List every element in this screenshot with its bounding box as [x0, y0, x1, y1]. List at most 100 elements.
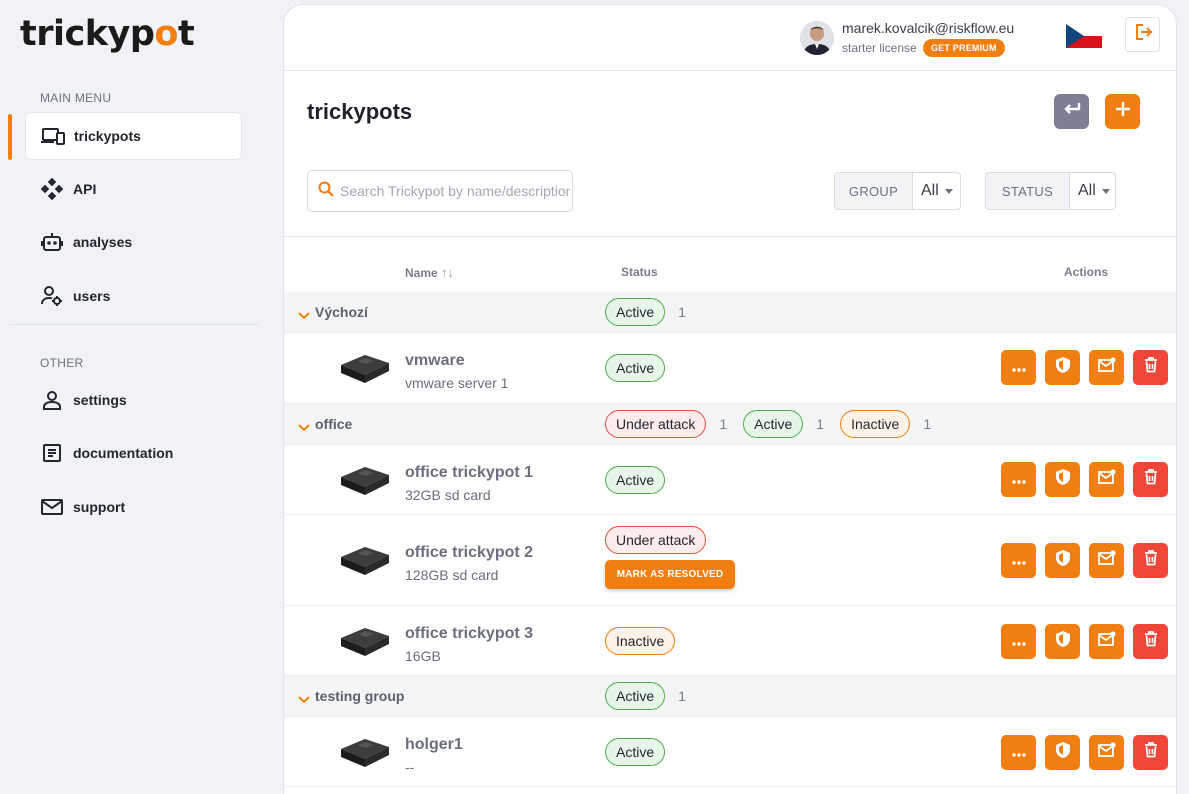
logout-button[interactable] [1125, 17, 1160, 52]
group-filter[interactable]: GROUP All [834, 172, 961, 210]
back-button[interactable] [1054, 94, 1089, 129]
sidebar-item-settings[interactable]: settings [25, 376, 242, 424]
security-button[interactable] [1045, 543, 1080, 578]
sidebar-item-documentation[interactable]: documentation [25, 429, 242, 477]
sidebar-item-label: users [73, 288, 111, 304]
group-row-vychozi[interactable]: Výchozí Active 1 [284, 292, 1176, 333]
more-button[interactable] [1001, 543, 1036, 578]
notify-button[interactable] [1089, 462, 1124, 497]
search-box[interactable] [307, 170, 573, 212]
trash-icon [1144, 742, 1158, 763]
trickypot-name[interactable]: office trickypot 2 [405, 544, 533, 562]
more-icon [1011, 633, 1026, 651]
sidebar-item-support[interactable]: support [25, 483, 242, 531]
status-count: 1 [678, 304, 686, 320]
group-row-office[interactable]: office Under attack 1 Active 1 Inactive … [284, 404, 1176, 445]
table-row[interactable]: office trickypot 3 16GB Inactive [284, 606, 1176, 676]
caret-down-icon [944, 188, 953, 194]
column-header-name[interactable]: Name ↑↓ [405, 265, 454, 280]
more-button[interactable] [1001, 624, 1036, 659]
shield-icon [1055, 630, 1071, 653]
add-trickypot-button[interactable] [1105, 94, 1140, 129]
group-row-testing-group[interactable]: testing group Active 1 [284, 676, 1176, 717]
more-button[interactable] [1001, 350, 1036, 385]
trickypot-description: -- [405, 759, 415, 775]
group-filter-label: GROUP [835, 173, 913, 209]
sidebar-item-label: analyses [73, 234, 133, 250]
trickypot-description: 128GB sd card [405, 567, 499, 583]
security-button[interactable] [1045, 462, 1080, 497]
sidebar-divider [9, 324, 258, 325]
sidebar-item-label: settings [73, 392, 127, 408]
more-icon [1011, 552, 1026, 570]
sidebar-item-label: support [73, 499, 126, 515]
mail-alert-icon [1097, 357, 1116, 378]
trickypot-name[interactable]: vmware [405, 352, 465, 370]
delete-button[interactable] [1133, 543, 1168, 578]
more-icon [1011, 359, 1026, 377]
mail-alert-icon [1097, 742, 1116, 763]
notify-button[interactable] [1089, 543, 1124, 578]
delete-button[interactable] [1133, 350, 1168, 385]
device-image [339, 727, 391, 769]
trickypot-name[interactable]: office trickypot 1 [405, 464, 533, 482]
sort-icon[interactable]: ↑↓ [441, 265, 454, 280]
notify-button[interactable] [1089, 350, 1124, 385]
security-button[interactable] [1045, 735, 1080, 770]
table-row[interactable]: office trickypot 1 32GB sd card Active [284, 445, 1176, 515]
more-button[interactable] [1001, 462, 1036, 497]
device-image [339, 616, 391, 658]
sidebar-item-api[interactable]: API [25, 165, 242, 213]
shield-icon [1055, 468, 1071, 491]
document-icon [40, 441, 64, 465]
shield-icon [1055, 741, 1071, 764]
group-badges: Active 1 [605, 298, 702, 326]
status-badge: Active [605, 354, 666, 382]
trickypot-name[interactable]: holger1 [405, 736, 463, 754]
notify-button[interactable] [1089, 624, 1124, 659]
notify-button[interactable] [1089, 735, 1124, 770]
delete-button[interactable] [1133, 735, 1168, 770]
table-row[interactable]: holger1 -- Active [284, 717, 1176, 787]
get-premium-button[interactable]: GET PREMIUM [923, 39, 1005, 57]
sidebar-item-trickypots[interactable]: trickypots [25, 112, 242, 160]
status-filter-label: STATUS [986, 173, 1070, 209]
device-image [339, 455, 391, 497]
security-button[interactable] [1045, 624, 1080, 659]
group-filter-select[interactable]: All [913, 173, 953, 209]
devices-icon [41, 124, 65, 148]
more-button[interactable] [1001, 735, 1036, 770]
sidebar-item-analyses[interactable]: analyses [25, 218, 242, 266]
trickypot-name[interactable]: office trickypot 3 [405, 625, 533, 643]
chevron-down-icon[interactable] [298, 419, 310, 437]
trickypot-description: 32GB sd card [405, 487, 491, 503]
delete-button[interactable] [1133, 462, 1168, 497]
table-row[interactable]: vmware vmware server 1 Active [284, 333, 1176, 404]
sidebar-item-users[interactable]: users [25, 272, 242, 320]
status-badge: Active [605, 466, 666, 494]
avatar[interactable] [800, 21, 834, 55]
device-image [339, 535, 391, 577]
status-filter-select[interactable]: All [1070, 173, 1110, 209]
search-input[interactable] [340, 183, 570, 199]
table-row[interactable]: office trickypot 2 128GB sd card Under a… [284, 515, 1176, 606]
mail-alert-icon [1097, 631, 1116, 652]
trickypot-logo[interactable]: trickypot [20, 14, 195, 54]
other-label: OTHER [40, 356, 84, 370]
status-badge: Active [743, 410, 804, 438]
license-label: starter license [842, 41, 917, 55]
czech-flag-icon[interactable] [1066, 24, 1102, 48]
sidebar: trickypot MAIN MENU trickypots API analy… [0, 0, 275, 794]
status-badge: Active [605, 298, 666, 326]
chevron-down-icon[interactable] [298, 691, 310, 709]
more-icon [1011, 744, 1026, 762]
security-button[interactable] [1045, 350, 1080, 385]
chevron-down-icon[interactable] [298, 307, 310, 325]
status-badge: Under attack [605, 526, 707, 554]
delete-button[interactable] [1133, 624, 1168, 659]
mark-resolved-button[interactable]: MARK AS RESOLVED [605, 560, 735, 589]
status-filter[interactable]: STATUS All [985, 172, 1116, 210]
row-actions [1001, 462, 1176, 497]
row-actions [1001, 735, 1176, 770]
status-badge: Inactive [605, 627, 676, 655]
